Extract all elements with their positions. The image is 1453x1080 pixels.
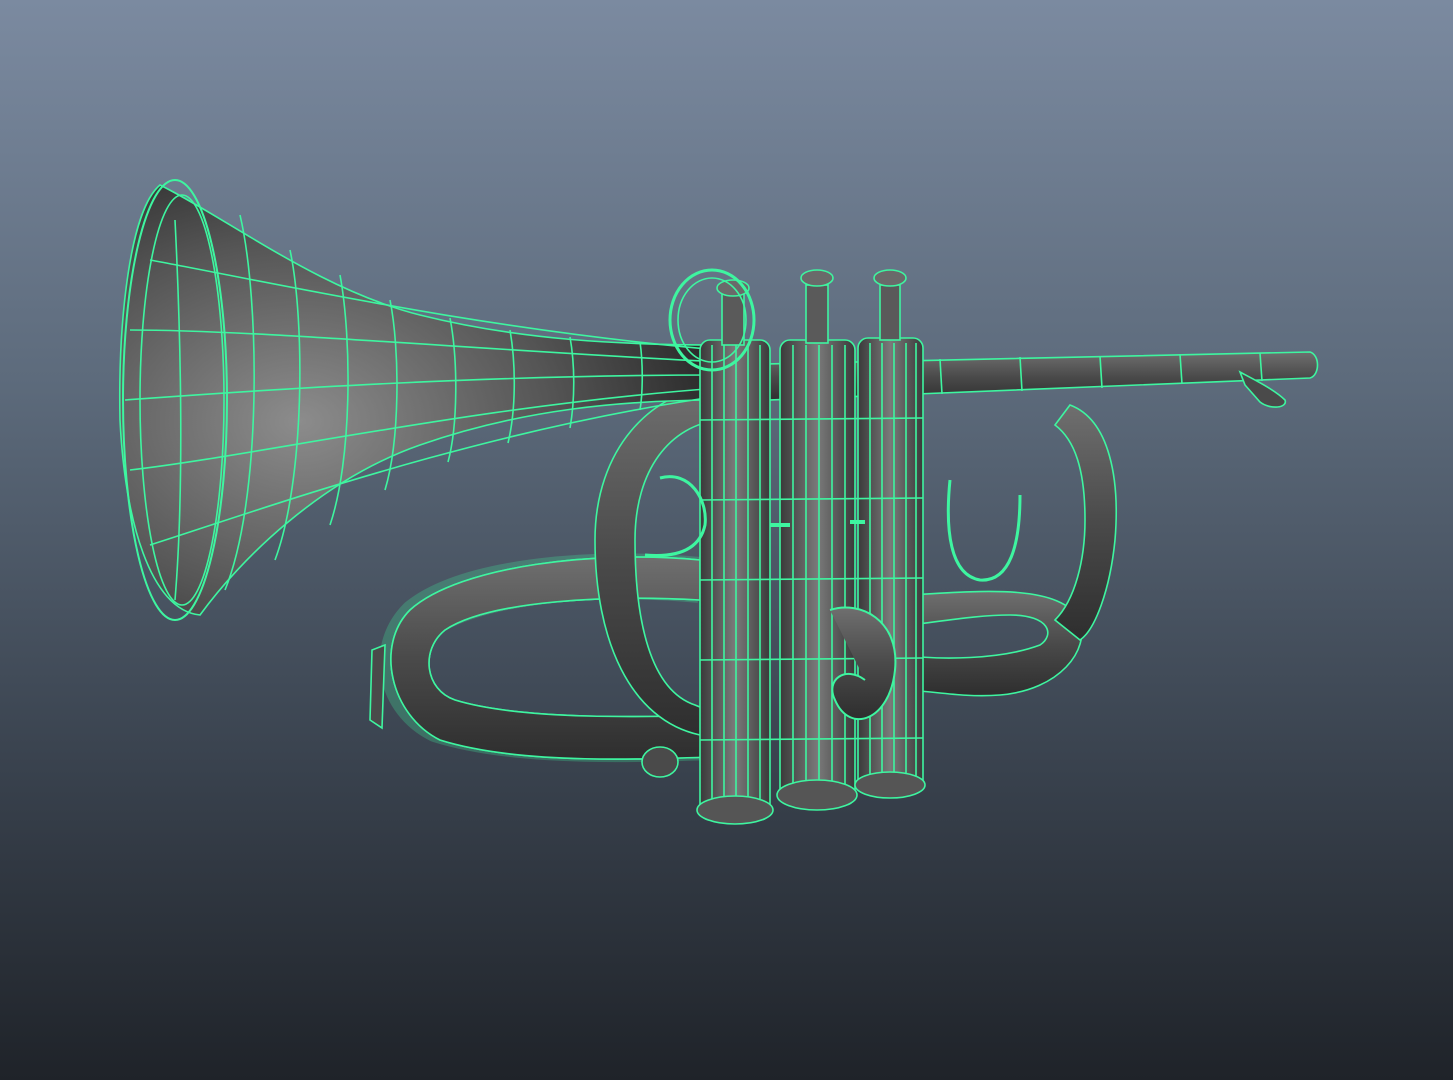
right-loop-tube-fill: [899, 590, 1083, 697]
wire-group: [118, 179, 1319, 825]
pinky-hook: [946, 479, 1022, 582]
slide-cap: [641, 746, 679, 778]
water-key: [369, 643, 386, 730]
trumpet-model[interactable]: [0, 0, 1453, 1080]
small-side-ring: [644, 475, 707, 558]
3d-viewport[interactable]: [0, 0, 1453, 1080]
valve-2: [776, 269, 858, 811]
